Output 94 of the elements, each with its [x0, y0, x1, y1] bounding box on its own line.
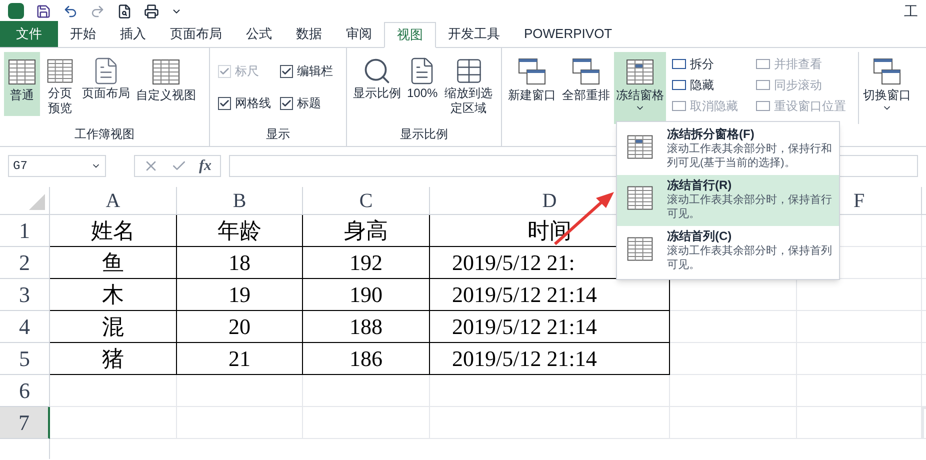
- menu-item-description: 滚动工作表其余部分时，保持首列可见。: [667, 244, 833, 272]
- window-button[interactable]: 全部重排: [560, 52, 612, 124]
- sheet-cell[interactable]: [177, 375, 303, 407]
- sheet-cell[interactable]: [797, 343, 922, 375]
- zoom-button[interactable]: 100%: [405, 52, 440, 125]
- sheet-cell[interactable]: [430, 407, 670, 439]
- insert-function-button[interactable]: fx: [199, 154, 212, 178]
- checkbox-label: 编辑栏: [297, 63, 333, 80]
- sheet-cell[interactable]: [797, 407, 922, 439]
- table-cell: 身高: [303, 215, 430, 247]
- view-button[interactable]: 普通: [4, 52, 40, 116]
- table-cell: 186: [303, 343, 430, 375]
- sheet-cell[interactable]: [670, 311, 797, 343]
- checkbox[interactable]: [280, 64, 293, 78]
- row-header[interactable]: 4: [0, 311, 50, 343]
- search-icon: [362, 56, 392, 86]
- group-label: 显示比例: [399, 126, 449, 143]
- column-header[interactable]: C: [303, 187, 430, 215]
- table-cell: 192: [303, 247, 430, 279]
- menu-item-title: 冻结拆分窗格(F): [667, 126, 756, 142]
- sheet-cell[interactable]: [670, 407, 797, 439]
- menu-item-title: 冻结首行(R): [667, 177, 733, 193]
- window-button[interactable]: 新建窗口: [506, 52, 558, 124]
- menu-item[interactable]: 冻结首行(R) 滚动工作表其余部分时，保持首行可见。: [617, 175, 839, 226]
- ribbon-tab[interactable]: 公式: [234, 21, 284, 47]
- ribbon-tab[interactable]: 页面布局: [158, 21, 234, 47]
- table-cell: 18: [177, 247, 303, 279]
- sheet-cell[interactable]: [303, 407, 430, 439]
- sheet-cell[interactable]: [50, 407, 177, 439]
- checkbox[interactable]: [218, 96, 231, 110]
- table-cell: 188: [303, 311, 430, 343]
- table-cell: 2019/5/12 21:14: [430, 343, 670, 375]
- column-header[interactable]: A: [50, 187, 177, 215]
- table-cell: 19: [177, 279, 303, 311]
- redo-icon[interactable]: [90, 4, 105, 18]
- zoom-button[interactable]: 缩放到选定区域: [442, 52, 496, 125]
- row-header[interactable]: 3: [0, 279, 50, 311]
- undo-icon[interactable]: [63, 4, 78, 18]
- freeze-panes-button[interactable]: 冻结窗格: [614, 52, 666, 124]
- table-cell: 混: [50, 311, 177, 343]
- column-header[interactable]: B: [177, 187, 303, 215]
- select-all-icon[interactable]: [29, 194, 45, 210]
- checkbox-label: 标题: [297, 95, 321, 112]
- menu-item-title: 冻结首列(C): [667, 228, 733, 244]
- cell-reference: G7: [13, 158, 28, 175]
- table-cell: 20: [177, 311, 303, 343]
- sheet-cell[interactable]: [797, 375, 922, 407]
- sheet-cell[interactable]: [670, 375, 797, 407]
- table-cell: 木: [50, 279, 177, 311]
- file-tab[interactable]: 文件: [0, 21, 58, 47]
- row-header[interactable]: 1: [0, 215, 50, 247]
- menu-item[interactable]: 冻结拆分窗格(F) 滚动工作表其余部分时，保持行和列可见(基于当前的选择)。: [617, 124, 839, 175]
- sheet-cell[interactable]: [797, 311, 922, 343]
- sheet-cell[interactable]: [303, 375, 430, 407]
- ribbon-tab[interactable]: 审阅: [334, 21, 384, 47]
- table-cell: 猪: [50, 343, 177, 375]
- window-small-button[interactable]: 隐藏: [672, 76, 750, 93]
- view-button[interactable]: 分页预览: [42, 52, 78, 116]
- ribbon-tab[interactable]: 数据: [284, 21, 334, 47]
- table-cell: 21: [177, 343, 303, 375]
- table-cell: 190: [303, 279, 430, 311]
- view-button[interactable]: 页面布局: [80, 52, 132, 116]
- table-cell: 姓名: [50, 215, 177, 247]
- window-title: 工: [904, 2, 918, 20]
- save-icon[interactable]: [36, 4, 51, 18]
- sheet-cell[interactable]: [670, 343, 797, 375]
- printer-icon[interactable]: [144, 4, 159, 18]
- switch-window-button[interactable]: 切换窗口: [858, 52, 915, 124]
- excel-logo-icon[interactable]: [8, 3, 24, 19]
- checkbox-label: 标尺: [235, 63, 259, 80]
- group-label: 工作簿视图: [74, 126, 136, 143]
- name-box[interactable]: G7: [8, 155, 106, 177]
- table-cell: 年龄: [177, 215, 303, 247]
- print-preview-icon[interactable]: [117, 4, 132, 18]
- ribbon-tab[interactable]: 视图: [384, 22, 436, 48]
- view-button[interactable]: 自定义视图: [134, 52, 198, 116]
- row-header[interactable]: 7: [0, 407, 50, 439]
- row-header[interactable]: 2: [0, 247, 50, 279]
- row-header[interactable]: 5: [0, 343, 50, 375]
- ribbon-tab[interactable]: 开始: [58, 21, 108, 47]
- checkbox[interactable]: [280, 96, 293, 110]
- ribbon-tab[interactable]: 插入: [108, 21, 158, 47]
- ribbon-tab[interactable]: 开发工具: [436, 21, 512, 47]
- table-cell: 2019/5/12 21:14: [430, 311, 670, 343]
- sheet-cell[interactable]: [177, 407, 303, 439]
- ribbon-tab[interactable]: POWERPIVOT: [512, 21, 624, 47]
- menu-item-description: 滚动工作表其余部分时，保持行和列可见(基于当前的选择)。: [667, 142, 833, 170]
- window-small-button[interactable]: 拆分: [672, 55, 750, 72]
- sheet-cell[interactable]: [430, 375, 670, 407]
- group-label: 显示: [265, 126, 291, 143]
- zoom-button[interactable]: 显示比例: [351, 52, 403, 125]
- sheet-cell[interactable]: [50, 375, 177, 407]
- checkbox-label: 网格线: [235, 95, 271, 112]
- table-cell: 鱼: [50, 247, 177, 279]
